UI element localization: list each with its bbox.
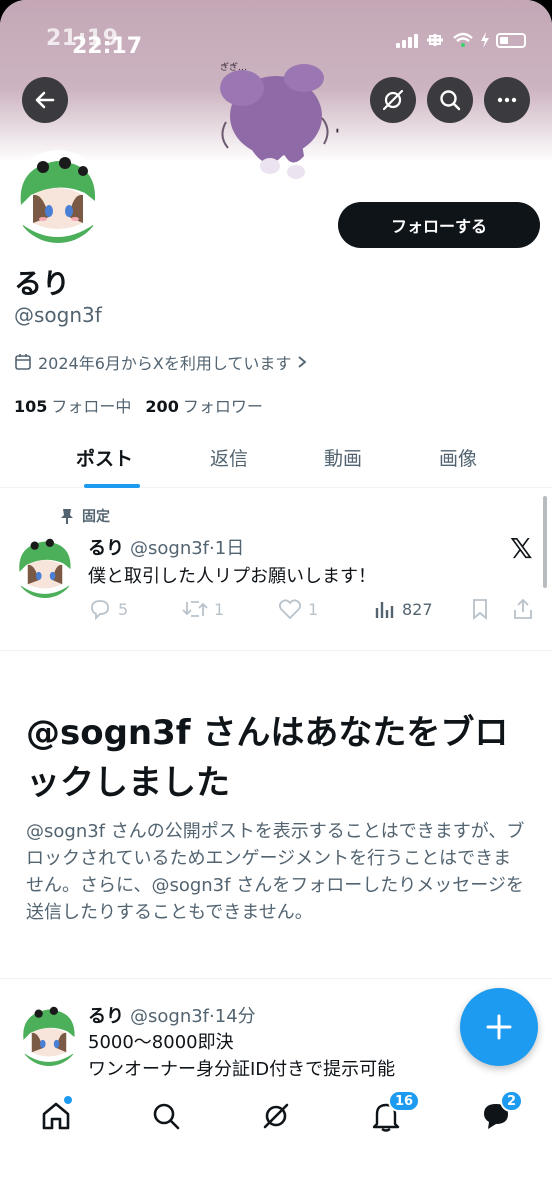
display-name: るり bbox=[14, 267, 71, 300]
views-icon bbox=[375, 602, 394, 618]
follow-stats: 105 フォロー中 200 フォロワー bbox=[14, 393, 263, 417]
post-text-line-2: ワンオーナー身分証ID付きで提示可能 bbox=[88, 1059, 396, 1080]
nav-home[interactable] bbox=[36, 1096, 76, 1136]
wifi-icon bbox=[453, 32, 473, 47]
repost-icon bbox=[182, 601, 208, 617]
following-link[interactable]: 105 フォロー中 bbox=[14, 393, 131, 417]
bookmark-button[interactable] bbox=[470, 598, 490, 620]
scrollbar[interactable] bbox=[543, 496, 547, 588]
like-button[interactable]: 1 bbox=[278, 598, 318, 620]
pin-icon bbox=[61, 509, 73, 524]
grok-icon bbox=[382, 89, 404, 111]
status-time-overlay: 22:17 bbox=[72, 34, 143, 59]
nav-notifications[interactable]: 16 bbox=[366, 1090, 421, 1136]
svg-text:▮: ▮ bbox=[336, 128, 339, 134]
calendar-icon bbox=[15, 354, 31, 370]
nav-messages[interactable]: 2 bbox=[476, 1090, 524, 1136]
chevron-right-icon bbox=[298, 356, 307, 368]
joined-text: 2024年6月からXを利用しています bbox=[38, 354, 292, 373]
repost-count: 1 bbox=[214, 599, 225, 619]
post-actions: 5 1 1 827 bbox=[88, 598, 540, 624]
post-author-name[interactable]: るり bbox=[88, 1006, 124, 1027]
profile-tabs: ポスト 返信 動画 画像 bbox=[0, 430, 552, 488]
bottom-nav: 16 2 bbox=[0, 1082, 552, 1200]
search-icon bbox=[440, 90, 461, 111]
followers-count: 200 bbox=[145, 397, 179, 416]
post-meta: @sogn3f·1日 bbox=[130, 538, 245, 559]
views-button[interactable]: 827 bbox=[374, 598, 433, 620]
avatar-illustration bbox=[14, 536, 76, 598]
profile-screen: ぎぎ… ▮ 21:19 22:17 フォローする るり @sogn3f 2024… bbox=[0, 0, 552, 1200]
grok-icon bbox=[263, 1103, 289, 1129]
reply-count: 5 bbox=[118, 599, 129, 619]
post-header: るり @sogn3f·14分 bbox=[88, 1002, 256, 1028]
arrow-left-icon bbox=[35, 91, 55, 109]
post-header: るり @sogn3f·1日 bbox=[88, 534, 244, 560]
active-tab-indicator bbox=[84, 484, 140, 488]
reply-button[interactable]: 5 bbox=[88, 598, 128, 620]
back-button[interactable] bbox=[22, 77, 68, 123]
signal-icon bbox=[396, 32, 418, 48]
nav-grok[interactable] bbox=[256, 1096, 296, 1136]
compose-button[interactable] bbox=[460, 988, 538, 1066]
following-count: 105 bbox=[14, 397, 48, 416]
plus-icon bbox=[486, 1014, 512, 1040]
status-bar: 21:19 22:17 bbox=[0, 24, 552, 64]
share-icon bbox=[514, 598, 532, 619]
share-button[interactable] bbox=[512, 598, 534, 620]
blocked-title: @sogn3f さんはあなたをブロックしました bbox=[26, 713, 509, 803]
search-button[interactable] bbox=[427, 77, 473, 123]
profile-avatar[interactable] bbox=[10, 150, 106, 246]
bookmark-icon bbox=[473, 599, 487, 620]
grok-button[interactable] bbox=[370, 77, 416, 123]
like-count: 1 bbox=[308, 599, 319, 619]
home-unread-dot bbox=[64, 1096, 72, 1104]
pinned-text: 固定 bbox=[82, 509, 110, 525]
followers-link[interactable]: 200 フォロワー bbox=[145, 393, 262, 417]
post-avatar[interactable] bbox=[14, 536, 76, 598]
post-text-line-1: 5000〜8000即決 bbox=[88, 1032, 234, 1053]
tab-posts[interactable]: ポスト bbox=[76, 444, 133, 471]
post-meta: @sogn3f·14分 bbox=[130, 1006, 256, 1027]
charging-icon bbox=[481, 32, 489, 48]
battery-icon bbox=[496, 32, 526, 48]
joined-date[interactable]: 2024年6月からXを利用しています bbox=[14, 350, 307, 374]
tab-images[interactable]: 画像 bbox=[439, 444, 477, 471]
messages-badge: 2 bbox=[500, 1090, 524, 1112]
tab-videos[interactable]: 動画 bbox=[324, 444, 362, 471]
search-icon bbox=[153, 1103, 180, 1130]
pinned-label: 固定 bbox=[60, 506, 110, 526]
blocked-description: @sogn3f さんの公開ポストを表示することはできますが、ブロックされているた… bbox=[26, 821, 525, 923]
home-icon bbox=[42, 1102, 70, 1130]
post-divider bbox=[0, 650, 552, 651]
post-avatar[interactable] bbox=[18, 1004, 80, 1066]
x-logo-icon: 𝕏 bbox=[510, 532, 533, 565]
followers-label: フォロワー bbox=[182, 397, 263, 416]
post-text: 僕と取引した人リプお願いします！ bbox=[88, 566, 376, 587]
banner-illustration: ぎぎ… ▮ bbox=[220, 61, 339, 179]
reply-icon bbox=[91, 600, 109, 620]
follow-button[interactable]: フォローする bbox=[338, 202, 540, 248]
tab-replies[interactable]: 返信 bbox=[210, 444, 248, 471]
following-label: フォロー中 bbox=[51, 397, 132, 416]
avatar-illustration bbox=[13, 153, 103, 243]
avatar-illustration bbox=[18, 1004, 80, 1066]
post-author-name[interactable]: るり bbox=[88, 538, 124, 559]
profile-handle: @sogn3f bbox=[14, 303, 102, 327]
notice-divider bbox=[0, 978, 552, 979]
app-glyph-icon bbox=[427, 34, 443, 46]
status-icons bbox=[396, 32, 526, 48]
views-count: 827 bbox=[402, 599, 433, 619]
notifications-badge: 16 bbox=[388, 1090, 421, 1112]
more-icon bbox=[497, 97, 517, 103]
nav-search[interactable] bbox=[146, 1096, 186, 1136]
heart-icon bbox=[278, 599, 302, 620]
more-button[interactable] bbox=[484, 77, 530, 123]
repost-button[interactable]: 1 bbox=[182, 598, 224, 620]
